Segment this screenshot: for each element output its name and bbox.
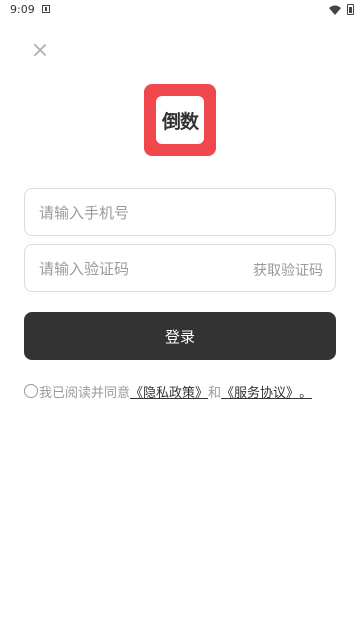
privacy-policy-link[interactable]: 《隐私政策》 <box>130 382 208 401</box>
agreement-row: 我已阅读并同意 《隐私政策》 和 《服务协议》 。 <box>24 381 344 401</box>
wifi-icon <box>329 5 341 15</box>
phone-field[interactable] <box>24 188 336 237</box>
app-logo-text: 倒数 <box>156 96 204 144</box>
agree-checkbox[interactable] <box>24 384 38 398</box>
notification-icon <box>42 5 50 13</box>
verification-code-input[interactable] <box>37 245 241 293</box>
app-logo: 倒数 <box>144 84 216 156</box>
service-agreement-link[interactable]: 《服务协议》 <box>221 382 299 401</box>
status-time: 9:09 <box>10 3 35 16</box>
status-icons <box>329 4 354 15</box>
phone-input[interactable] <box>37 189 241 237</box>
agreement-suffix: 。 <box>299 385 313 401</box>
code-field[interactable]: 获取验证码 <box>24 244 336 293</box>
agreement-connector: 和 <box>208 385 222 401</box>
battery-icon <box>347 4 354 15</box>
close-button[interactable] <box>30 40 50 60</box>
status-bar: 9:09 <box>0 0 360 20</box>
agreement-prefix: 我已阅读并同意 <box>39 385 131 401</box>
get-code-button[interactable]: 获取验证码 <box>253 260 323 280</box>
login-button[interactable]: 登录 <box>24 312 336 360</box>
